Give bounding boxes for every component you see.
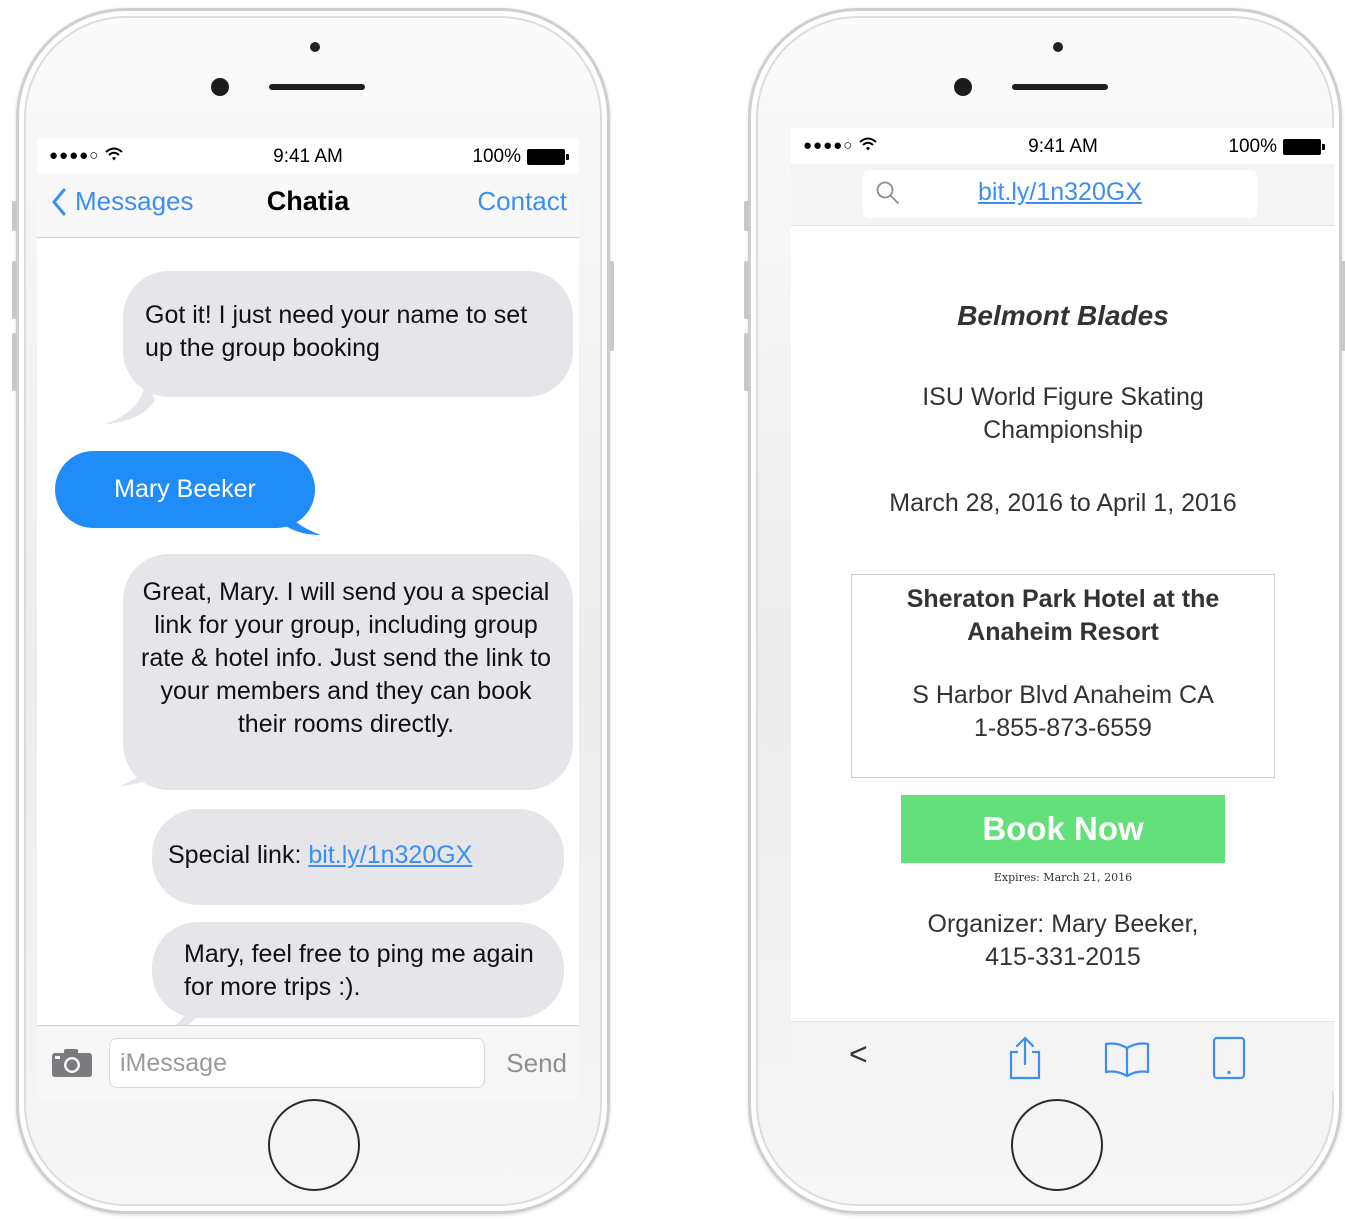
- battery-percent: 100%: [472, 146, 521, 167]
- messages-screen: ●●●●○ 9:41 AM 100% Messages Chatia Conta…: [37, 138, 579, 1101]
- mute-switch: [744, 201, 749, 231]
- hotel-name: Sheraton Park Hotel at the Anaheim Resor…: [906, 585, 1220, 646]
- page-title: Belmont Blades: [957, 300, 1169, 331]
- volume-down-button: [744, 333, 749, 391]
- hotel-contact: S Harbor Blvd Anaheim CA 1-855-873-6559: [862, 679, 1264, 745]
- message-bubble-outgoing: Mary Beeker: [55, 451, 315, 528]
- send-button[interactable]: Send: [506, 1048, 567, 1079]
- browser-address-bar: bit.ly/1n320GX: [791, 164, 1335, 226]
- message-text: Got it! I just need your name to set up …: [145, 301, 528, 362]
- imessage-input[interactable]: [109, 1038, 485, 1088]
- phone-messages: ●●●●○ 9:41 AM 100% Messages Chatia Conta…: [12, 8, 614, 1214]
- expiry-note: Expires: March 21, 2016: [993, 871, 1133, 884]
- event-dates: March 28, 2016 to April 1, 2016: [889, 489, 1237, 517]
- power-button: [609, 261, 614, 351]
- battery-icon: [527, 149, 569, 165]
- earpiece-speaker: [269, 84, 365, 90]
- phone-browser: ●●●●○ 9:41 AM 100% bit.ly/1n320GX Belmon…: [744, 8, 1345, 1214]
- special-link[interactable]: bit.ly/1n320GX: [308, 841, 472, 869]
- book-now-button[interactable]: Book Now: [901, 795, 1225, 863]
- organizer-phone: 415-331-2015: [985, 943, 1141, 971]
- status-bar: ●●●●○ 9:41 AM 100%: [37, 138, 579, 174]
- hotel-info-box: Sheraton Park Hotel at the Anaheim Resor…: [851, 574, 1275, 778]
- contact-button[interactable]: Contact: [477, 186, 567, 217]
- organizer-name: Organizer: Mary Beeker,: [927, 910, 1199, 938]
- proximity-sensor: [1053, 42, 1063, 52]
- status-bar: ●●●●○ 9:41 AM 100%: [791, 128, 1335, 164]
- battery-percent: 100%: [1228, 136, 1277, 157]
- organizer-info: Organizer: Mary Beeker, 415-331-2015: [831, 908, 1295, 974]
- front-camera: [954, 78, 972, 96]
- front-camera: [211, 78, 229, 96]
- battery-icon: [1283, 139, 1325, 155]
- power-button: [1341, 261, 1345, 351]
- earpiece-speaker: [1012, 84, 1108, 90]
- message-bubble-incoming: Got it! I just need your name to set up …: [123, 271, 573, 397]
- bookmarks-icon[interactable]: [1103, 1036, 1151, 1080]
- browser-toolbar: <: [791, 1021, 1335, 1091]
- home-button[interactable]: [268, 1099, 360, 1191]
- browser-back-button[interactable]: <: [849, 1036, 868, 1073]
- hotel-phone: 1-855-873-6559: [974, 714, 1152, 742]
- message-text: Mary, feel free to ping me again for mor…: [184, 940, 534, 1001]
- message-bubble-incoming: Special link: bit.ly/1n320GX: [152, 809, 564, 905]
- message-bubble-incoming: Great, Mary. I will send you a special l…: [123, 554, 573, 790]
- message-bubble-incoming: Mary, feel free to ping me again for mor…: [152, 922, 564, 1018]
- proximity-sensor: [310, 42, 320, 52]
- volume-down-button: [12, 333, 17, 391]
- volume-up-button: [12, 261, 17, 319]
- tabs-icon[interactable]: [1207, 1036, 1251, 1080]
- event-name: ISU World Figure Skating Championship: [922, 383, 1204, 444]
- messages-nav-bar: Messages Chatia Contact: [37, 174, 579, 238]
- share-icon[interactable]: [1003, 1036, 1047, 1080]
- volume-up-button: [744, 261, 749, 319]
- battery-indicator: 100%: [472, 146, 569, 168]
- url-field[interactable]: bit.ly/1n320GX: [863, 170, 1257, 218]
- battery-indicator: 100%: [1228, 136, 1325, 158]
- message-text: Special link:: [168, 841, 309, 869]
- camera-icon[interactable]: [51, 1048, 93, 1078]
- mute-switch: [12, 201, 17, 231]
- url-text[interactable]: bit.ly/1n320GX: [863, 178, 1257, 207]
- home-button[interactable]: [1011, 1099, 1103, 1191]
- hotel-address: S Harbor Blvd Anaheim CA: [912, 681, 1214, 709]
- message-input-bar: Send: [37, 1025, 579, 1101]
- message-text: Great, Mary. I will send you a special l…: [141, 578, 551, 738]
- browser-screen: ●●●●○ 9:41 AM 100% bit.ly/1n320GX Belmon…: [791, 128, 1335, 1091]
- message-text: Mary Beeker: [114, 475, 256, 503]
